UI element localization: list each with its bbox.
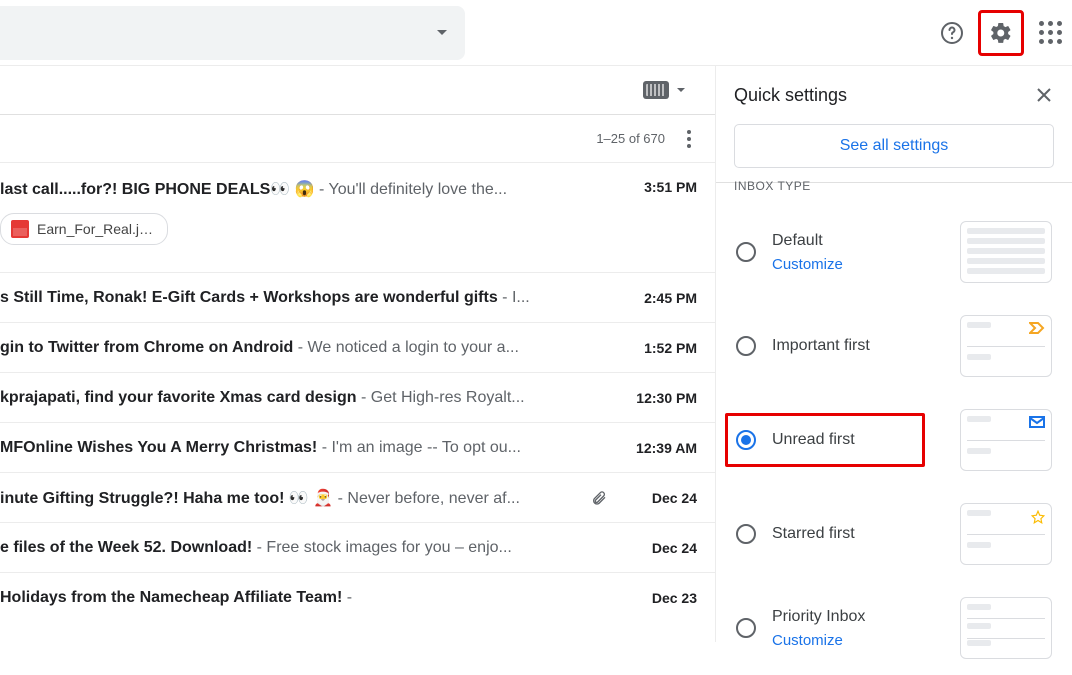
section-label: INBOX TYPE xyxy=(734,179,1054,191)
quick-settings-title: Quick settings xyxy=(734,85,847,106)
option-thumbnail xyxy=(960,221,1052,283)
email-snippet: - xyxy=(342,589,352,606)
email-row[interactable]: MFOnline Wishes You A Merry Christmas! -… xyxy=(0,423,715,473)
image-file-icon xyxy=(11,220,29,238)
customize-link[interactable]: Customize xyxy=(772,256,944,273)
email-subject: s Still Time, Ronak! E-Gift Cards + Work… xyxy=(0,289,498,306)
email-row[interactable]: kprajapati, find your favorite Xmas card… xyxy=(0,373,715,423)
email-time: 12:30 PM xyxy=(613,390,697,406)
email-row[interactable]: last call.....for?! BIG PHONE DEALS👀 😱 -… xyxy=(0,163,715,273)
chevron-down-icon xyxy=(437,30,447,35)
option-label: Starred first xyxy=(772,525,944,543)
settings-button[interactable] xyxy=(981,13,1021,53)
gear-icon xyxy=(989,21,1013,45)
email-row[interactable]: inute Gifting Struggle?! Haha me too! 👀 … xyxy=(0,473,715,523)
star-icon xyxy=(1031,510,1045,524)
email-snippet: - I... xyxy=(498,289,530,306)
email-snippet: - You'll definitely love the... xyxy=(315,181,508,198)
option-label: Default xyxy=(772,232,944,250)
attachment-chip[interactable]: Earn_For_Real.j… xyxy=(0,213,168,245)
option-label: Unread first xyxy=(772,431,914,449)
apps-button[interactable] xyxy=(1030,13,1070,53)
pagination-text: 1–25 of 670 xyxy=(596,131,665,146)
close-icon xyxy=(1034,85,1054,105)
email-time: Dec 23 xyxy=(613,590,697,606)
email-subject: e files of the Week 52. Download! xyxy=(0,539,252,556)
help-icon xyxy=(940,21,964,45)
more-menu-button[interactable] xyxy=(681,124,697,154)
chevron-down-icon xyxy=(677,88,685,92)
email-subject: last call.....for?! BIG PHONE DEALS👀 😱 xyxy=(0,181,315,198)
attachment-name: Earn_For_Real.j… xyxy=(37,221,153,237)
inbox-type-option-unread[interactable]: Unread first xyxy=(734,393,1054,487)
email-row[interactable]: gin to Twitter from Chrome on Android - … xyxy=(0,323,715,373)
search-input[interactable] xyxy=(0,6,465,60)
see-all-settings-label: See all settings xyxy=(840,137,949,155)
email-snippet: - Never before, never af... xyxy=(333,490,520,507)
email-subject: kprajapati, find your favorite Xmas card… xyxy=(0,389,357,406)
email-row[interactable]: Holidays from the Namecheap Affiliate Te… xyxy=(0,573,715,623)
apps-grid-icon xyxy=(1039,21,1062,44)
option-thumbnail xyxy=(960,315,1052,377)
radio-icon xyxy=(736,524,756,544)
email-row[interactable]: e files of the Week 52. Download! - Free… xyxy=(0,523,715,573)
email-row[interactable]: s Still Time, Ronak! E-Gift Cards + Work… xyxy=(0,273,715,323)
email-subject: Holidays from the Namecheap Affiliate Te… xyxy=(0,589,342,606)
email-subject: gin to Twitter from Chrome on Android xyxy=(0,339,293,356)
email-time: 1:52 PM xyxy=(613,340,697,356)
email-time: 3:51 PM xyxy=(613,179,697,195)
email-time: Dec 24 xyxy=(613,540,697,556)
option-thumbnail xyxy=(960,597,1052,659)
option-label: Important first xyxy=(772,337,944,355)
customize-link[interactable]: Customize xyxy=(772,632,944,649)
important-marker-icon xyxy=(1029,322,1045,334)
keyboard-icon xyxy=(643,81,669,99)
radio-icon xyxy=(736,336,756,356)
email-time: Dec 24 xyxy=(613,490,697,506)
email-subject: inute Gifting Struggle?! Haha me too! 👀 … xyxy=(0,490,333,507)
option-thumbnail xyxy=(960,503,1052,565)
input-tools[interactable] xyxy=(0,66,715,114)
see-all-settings-button[interactable]: See all settings xyxy=(734,124,1054,168)
email-time: 12:39 AM xyxy=(613,440,697,456)
unread-first-highlight: Unread first xyxy=(725,413,925,467)
inbox-type-option-starred[interactable]: Starred first xyxy=(734,487,1054,581)
email-snippet: - Get High-res Royalt... xyxy=(357,389,525,406)
radio-icon xyxy=(736,242,756,262)
inbox-type-option-priority[interactable]: Priority Inbox Customize xyxy=(734,581,1054,675)
email-subject: MFOnline Wishes You A Merry Christmas! xyxy=(0,439,317,456)
email-time: 2:45 PM xyxy=(613,290,697,306)
email-snippet: - Free stock images for you – enjo... xyxy=(252,539,512,556)
paperclip-icon xyxy=(591,490,607,506)
email-snippet: - We noticed a login to your a... xyxy=(293,339,519,356)
settings-button-highlight xyxy=(978,10,1024,56)
help-button[interactable] xyxy=(932,13,972,53)
mail-icon xyxy=(1029,416,1045,428)
inbox-type-option-default[interactable]: Default Customize xyxy=(734,205,1054,299)
radio-icon xyxy=(736,618,756,638)
radio-icon xyxy=(736,430,756,450)
option-thumbnail xyxy=(960,409,1052,471)
close-button[interactable] xyxy=(1034,85,1054,105)
inbox-type-option-important[interactable]: Important first xyxy=(734,299,1054,393)
email-snippet: - I'm an image -- To opt ou... xyxy=(317,439,521,456)
option-label: Priority Inbox xyxy=(772,608,944,626)
